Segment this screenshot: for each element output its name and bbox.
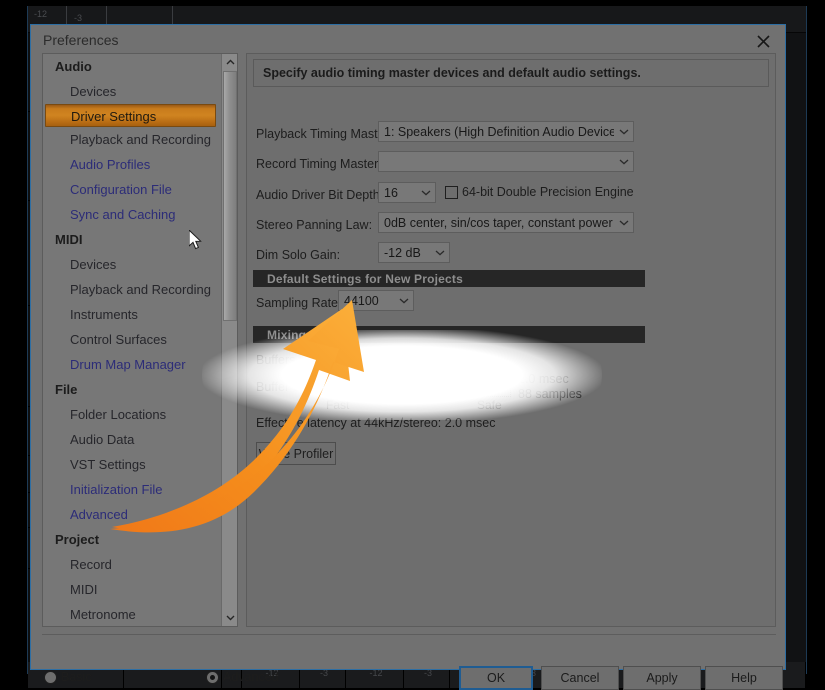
sidebar-item-audio-profiles[interactable]: Audio Profiles <box>43 152 223 177</box>
label-playback-timing-master: Playback Timing Master: <box>256 127 392 141</box>
sidebar-scroll-thumb[interactable] <box>223 71 237 321</box>
sidebar-item-audio-data[interactable]: Audio Data <box>43 427 223 452</box>
footer-divider <box>42 634 776 635</box>
mouse-cursor-icon <box>189 230 205 252</box>
ok-button[interactable]: OK <box>459 666 533 690</box>
chevron-up-icon[interactable] <box>222 54 238 70</box>
chevron-down-icon <box>614 159 633 165</box>
basic-radio[interactable]: Basic <box>44 670 92 684</box>
stereo-panning-law-value: 0dB center, sin/cos taper, constant powe… <box>379 216 614 230</box>
audio-driver-bit-depth-value: 16 <box>379 186 416 200</box>
section-header-mixing-latency: Mixing Latency <box>253 326 645 343</box>
sampling-rate-value: 44100 <box>339 294 394 308</box>
effective-latency-text: Effective latency at 44kHz/stereo: 2.0 m… <box>256 416 495 430</box>
sidebar-list: Audio Devices Driver Settings Playback a… <box>43 54 223 627</box>
sidebar-item-initialization-file[interactable]: Initialization File <box>43 477 223 502</box>
buffer-size-min-label: Fast <box>326 398 349 412</box>
dim-solo-gain-value: -12 dB <box>379 246 430 260</box>
background-meter-label: -3 <box>74 14 82 23</box>
advanced-radio[interactable]: Advanced <box>206 670 279 684</box>
audio-driver-bit-depth-dropdown[interactable]: 16 <box>378 182 436 203</box>
sidebar-item-sync-and-caching[interactable]: Sync and Caching <box>43 202 223 227</box>
chevron-down-icon[interactable] <box>222 610 238 626</box>
label-buffers-in-playback-queue: Buffers in Playback Queue: <box>256 353 407 367</box>
slider-thumb[interactable] <box>324 372 336 394</box>
sidebar-item-record[interactable]: Record <box>43 552 223 577</box>
sidebar-item-folder-locations[interactable]: Folder Locations <box>43 402 223 427</box>
sidebar-item-advanced[interactable]: Advanced <box>43 502 223 527</box>
label-sampling-rate: Sampling Rate: <box>256 296 341 310</box>
dialog-title: Preferences <box>43 32 118 48</box>
label-buffer-size: Buffer Size: <box>256 380 320 394</box>
sidebar-item-devices[interactable]: Devices <box>43 79 223 104</box>
buffer-size-max-label: Safe <box>477 398 502 412</box>
chevron-down-icon <box>416 190 435 196</box>
sidebar-group-project: Project <box>43 527 223 552</box>
cancel-button[interactable]: Cancel <box>541 666 619 690</box>
wave-profiler-button[interactable]: Wave Profiler <box>256 442 336 465</box>
sidebar-item-metronome[interactable]: Metronome <box>43 602 223 627</box>
label-dim-solo-gain: Dim Solo Gain: <box>256 248 340 262</box>
close-icon[interactable] <box>751 30 775 52</box>
chevron-down-icon <box>614 129 633 135</box>
sidebar-item-playback-and-recording[interactable]: Playback and Recording <box>43 127 223 152</box>
chevron-down-icon <box>614 220 633 226</box>
sidebar-item-project-midi[interactable]: MIDI <box>43 577 223 602</box>
buffers-in-queue-stepper[interactable] <box>437 347 448 368</box>
playback-timing-master-value: 1: Speakers (High Definition Audio Devic… <box>379 125 614 139</box>
buffer-size-msec: 2.0 msec <box>518 372 569 387</box>
preferences-content-panel: Specify audio timing master devices and … <box>246 53 776 627</box>
label-audio-driver-bit-depth: Audio Driver Bit Depth: <box>256 188 383 202</box>
basic-radio-label: Basic <box>61 670 92 684</box>
preferences-sidebar: Audio Devices Driver Settings Playback a… <box>42 53 238 627</box>
buffer-size-slider[interactable] <box>319 367 511 397</box>
sidebar-group-audio: Audio <box>43 54 223 79</box>
checkbox-box <box>445 186 458 199</box>
section-header-default-settings: Default Settings for New Projects <box>253 270 645 287</box>
buffers-in-queue-input[interactable]: 1 <box>399 347 437 368</box>
sidebar-item-vst-settings[interactable]: VST Settings <box>43 452 223 477</box>
double-precision-label: 64-bit Double Precision Engine <box>462 185 634 199</box>
sidebar-item-configuration-file[interactable]: Configuration File <box>43 177 223 202</box>
dim-solo-gain-dropdown[interactable]: -12 dB <box>378 242 450 263</box>
sidebar-item-drum-map-manager[interactable]: Drum Map Manager <box>43 352 223 377</box>
chevron-down-icon <box>430 250 449 256</box>
playback-timing-master-dropdown[interactable]: 1: Speakers (High Definition Audio Devic… <box>378 121 634 142</box>
sidebar-item-driver-settings[interactable]: Driver Settings <box>45 104 216 127</box>
sidebar-item-midi-playback-and-recording[interactable]: Playback and Recording <box>43 277 223 302</box>
label-record-timing-master: Record Timing Master: <box>256 157 382 171</box>
stepper-down-icon[interactable] <box>437 357 448 367</box>
slider-track <box>323 380 507 384</box>
sidebar-scrollbar[interactable] <box>221 54 237 626</box>
sidebar-item-instruments[interactable]: Instruments <box>43 302 223 327</box>
preferences-dialog: Preferences Audio Devices Driver Setting… <box>30 24 786 670</box>
stepper-up-icon[interactable] <box>437 347 448 357</box>
advanced-radio-label: Advanced <box>223 670 279 684</box>
background-meter-label: -12 <box>34 10 47 19</box>
sidebar-item-control-surfaces[interactable]: Control Surfaces <box>43 327 223 352</box>
sidebar-group-file: File <box>43 377 223 402</box>
record-timing-master-dropdown[interactable] <box>378 151 634 172</box>
stereo-panning-law-dropdown[interactable]: 0dB center, sin/cos taper, constant powe… <box>378 212 634 233</box>
label-stereo-panning-law: Stereo Panning Law: <box>256 218 372 232</box>
sampling-rate-dropdown[interactable]: 44100 <box>338 290 414 311</box>
help-button[interactable]: Help <box>705 666 783 690</box>
sidebar-item-midi-devices[interactable]: Devices <box>43 252 223 277</box>
radio-circle <box>44 671 57 684</box>
content-heading: Specify audio timing master devices and … <box>253 59 769 87</box>
buffer-size-samples: 88 samples <box>518 387 582 402</box>
chevron-down-icon <box>394 298 413 304</box>
radio-circle <box>206 671 219 684</box>
apply-button[interactable]: Apply <box>623 666 701 690</box>
double-precision-checkbox[interactable]: 64-bit Double Precision Engine <box>445 185 634 199</box>
